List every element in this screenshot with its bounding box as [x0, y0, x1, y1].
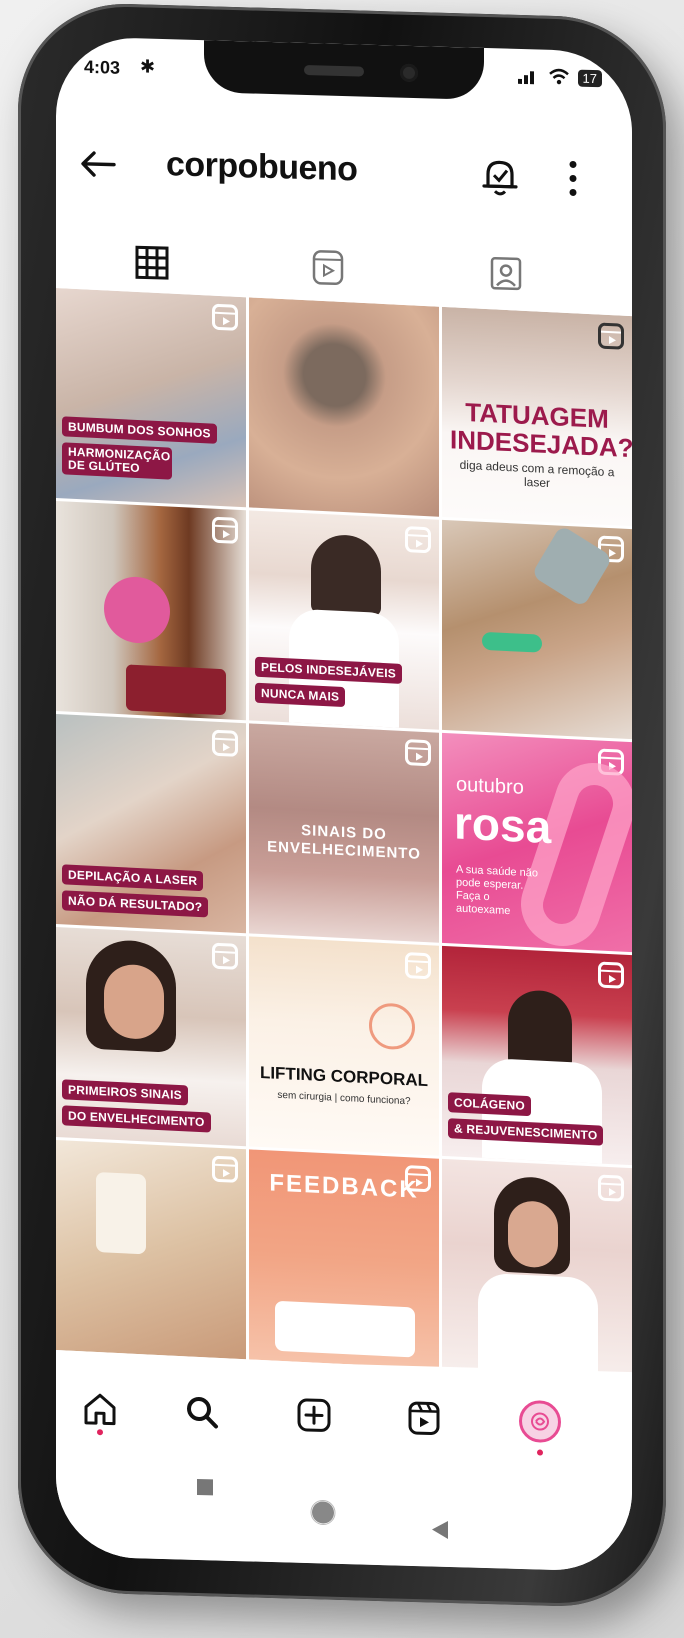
- square-icon: [197, 1478, 213, 1496]
- doctor-face: [508, 1200, 558, 1269]
- brand-logo: [369, 1002, 415, 1051]
- status-time: 4:03: [84, 56, 121, 78]
- post-subtitle: sem cirurgia | como funciona?: [277, 1089, 411, 1108]
- post-tile[interactable]: FEEDBACK: [249, 1149, 439, 1369]
- reels-icon: [312, 250, 344, 286]
- pink-ribbon-logo: [104, 575, 170, 645]
- reel-badge-icon: [598, 322, 624, 350]
- bottom-navigation: [56, 1356, 632, 1473]
- post-tile[interactable]: [56, 500, 246, 721]
- more-vertical-icon[interactable]: [566, 156, 580, 200]
- post-title: TATUAGEM INDESEJADA?: [450, 396, 632, 464]
- nav-home[interactable]: [78, 1387, 122, 1436]
- search-icon: [187, 1397, 218, 1429]
- reel-badge-icon: [405, 739, 431, 767]
- profile-username: corpobueno: [166, 145, 358, 189]
- post-tile[interactable]: [56, 1139, 246, 1360]
- post-caption-tag: DEPILAÇÃO A LASER: [62, 864, 204, 892]
- post-tile[interactable]: SINAIS DO ENVELHECIMENTO: [249, 723, 439, 943]
- post-caption-tag: NUNCA MAIS: [255, 682, 346, 708]
- post-tile[interactable]: PRIMEIROS SINAIS DO ENVELHECIMENTO: [56, 926, 246, 1147]
- notification-dot: [537, 1449, 543, 1456]
- post-caption-tag: DO ENVELHECIMENTO: [62, 1105, 211, 1133]
- triangle-back-icon: [432, 1520, 448, 1539]
- post-tile[interactable]: DEPILAÇÃO A LASER NÃO DÁ RESULTADO?: [56, 713, 246, 934]
- post-caption-tag: COLÁGENO: [448, 1092, 531, 1117]
- reception-sofa: [126, 664, 226, 716]
- post-caption-tag: BUMBUM DOS SONHOS: [62, 416, 217, 444]
- profile-header: corpobueno: [56, 128, 632, 214]
- post-tile[interactable]: COLÁGENO & REJUVENESCIMENTO: [442, 945, 632, 1166]
- reel-badge-icon: [212, 303, 238, 331]
- post-rosa: rosa: [454, 796, 552, 854]
- brand-logo-icon: [531, 1412, 549, 1431]
- signal-icon: [517, 71, 534, 85]
- reel-badge-icon: [212, 1155, 238, 1183]
- post-tile[interactable]: LIFTING CORPORAL sem cirurgia | como fun…: [249, 936, 439, 1156]
- back-button[interactable]: [430, 1518, 450, 1546]
- home-button[interactable]: [310, 1499, 336, 1531]
- circle-icon: [310, 1499, 336, 1525]
- bluetooth-icon: ✱: [140, 56, 156, 77]
- arrow-left-icon[interactable]: [78, 147, 118, 182]
- doctor-coat: [478, 1272, 598, 1379]
- feedback-card: [275, 1300, 415, 1358]
- reel-badge-icon: [405, 952, 431, 980]
- post-subtitle: diga adeus com a remoção a laser: [459, 457, 615, 491]
- recents-button[interactable]: [196, 1478, 214, 1502]
- nav-search[interactable]: [180, 1389, 224, 1434]
- nav-profile[interactable]: [518, 1399, 562, 1456]
- status-right: 17: [517, 67, 602, 87]
- post-tile[interactable]: [442, 519, 632, 740]
- notification-dot: [97, 1429, 103, 1436]
- reel-badge-icon: [212, 942, 238, 970]
- profile-avatar: [519, 1399, 561, 1444]
- post-tile[interactable]: outubro rosa A sua saúde não pode espera…: [442, 732, 632, 953]
- tab-grid[interactable]: [112, 234, 192, 292]
- post-caption-tag: PRIMEIROS SINAIS: [62, 1079, 188, 1106]
- doctor-face: [104, 963, 164, 1041]
- plus-square-icon: [297, 1398, 331, 1432]
- battery-indicator: 17: [577, 69, 602, 87]
- bell-icon[interactable]: [480, 154, 520, 199]
- home-icon: [84, 1393, 116, 1426]
- reel-badge-icon: [405, 526, 431, 554]
- post-grid: BUMBUM DOS SONHOS HARMONIZAÇÃO DE GLÚTEO…: [56, 287, 632, 1379]
- tagged-icon: [490, 257, 522, 291]
- green-goggles: [482, 631, 542, 653]
- post-tile[interactable]: PELOS INDESEJÁVEIS NUNCA MAIS: [249, 510, 439, 730]
- speaker: [304, 64, 364, 77]
- device-photo: [96, 1171, 146, 1255]
- reel-badge-icon: [598, 1174, 624, 1202]
- scene: 4:03 ✱ 17 corpobueno BUMBUM DOS SONHOS H…: [0, 0, 684, 1638]
- doctor-figure: [311, 533, 381, 617]
- phone-frame: 4:03 ✱ 17 corpobueno BUMBUM DOS SONHOS H…: [18, 0, 666, 1610]
- post-title: SINAIS DO ENVELHECIMENTO: [267, 821, 421, 863]
- nav-reels[interactable]: [402, 1396, 446, 1441]
- front-camera: [400, 63, 418, 83]
- reels-icon: [408, 1401, 440, 1435]
- post-tile[interactable]: BUMBUM DOS SONHOS HARMONIZAÇÃO DE GLÚTEO: [56, 287, 246, 508]
- notch: [204, 40, 484, 100]
- post-body-text: A sua saúde não pode esperar. Faça o aut…: [456, 863, 538, 918]
- tab-reels[interactable]: [288, 238, 368, 296]
- reel-badge-icon: [212, 516, 238, 544]
- post-caption-tag: NÃO DÁ RESULTADO?: [62, 890, 209, 918]
- post-tile[interactable]: TATUAGEM INDESEJADA? diga adeus com a re…: [442, 306, 632, 527]
- wifi-icon: [548, 68, 569, 85]
- tab-tagged[interactable]: [466, 243, 546, 301]
- post-tile[interactable]: [249, 297, 439, 517]
- reel-badge-icon: [212, 729, 238, 757]
- phone-screen: 4:03 ✱ 17 corpobueno BUMBUM DOS SONHOS H…: [56, 36, 632, 1573]
- post-caption-tag: HARMONIZAÇÃO DE GLÚTEO: [62, 442, 172, 480]
- grid-icon: [135, 245, 169, 280]
- system-navigation: [56, 1456, 632, 1573]
- post-tile[interactable]: [442, 1158, 632, 1379]
- reel-badge-icon: [598, 961, 624, 989]
- post-title: LIFTING CORPORAL: [259, 1062, 429, 1091]
- nav-create[interactable]: [292, 1393, 336, 1438]
